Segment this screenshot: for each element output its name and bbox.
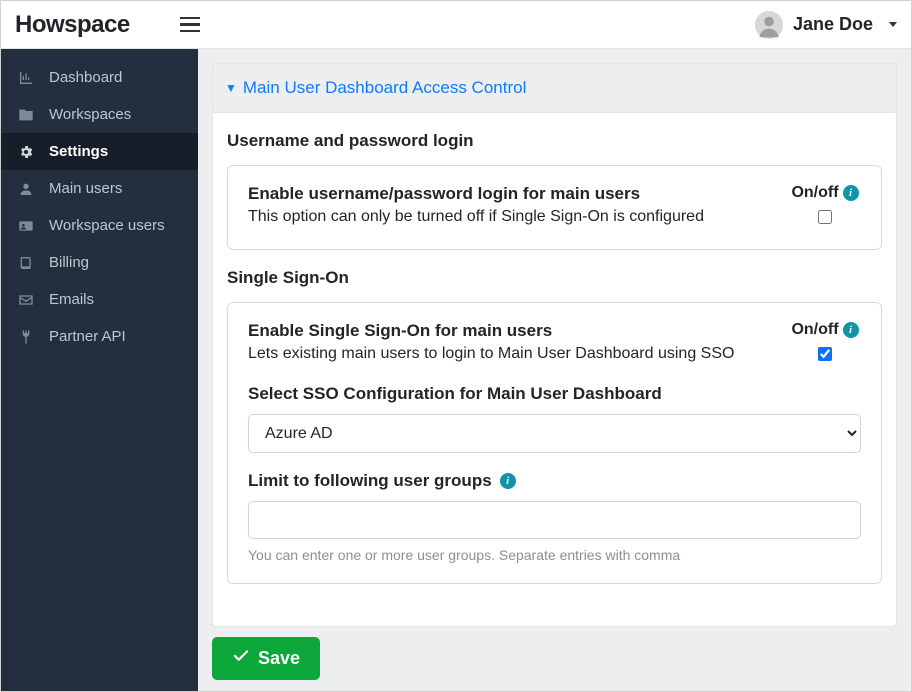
sidebar-item-label: Billing: [49, 254, 89, 271]
folder-icon: [17, 107, 35, 123]
sidebar-item-label: Workspace users: [49, 217, 165, 234]
option1-title: Enable username/password login for main …: [248, 184, 769, 204]
gear-icon: [17, 144, 35, 160]
sidebar-item-dashboard[interactable]: Dashboard: [1, 59, 198, 96]
save-button[interactable]: Save: [212, 637, 320, 680]
option1-desc: This option can only be turned off if Si…: [248, 208, 769, 226]
option2-title: Enable Single Sign-On for main users: [248, 321, 769, 341]
plug-icon: [17, 329, 35, 345]
sidebar: Dashboard Workspaces Settings Main users Wor…: [1, 49, 198, 691]
main-content: ▼ Main User Dashboard Access Control Use…: [198, 49, 911, 691]
panel-header[interactable]: ▼ Main User Dashboard Access Control: [212, 63, 897, 113]
section-username-title: Username and password login: [227, 131, 882, 151]
id-card-icon: [17, 218, 35, 234]
sidebar-item-main-users[interactable]: Main users: [1, 170, 198, 207]
sidebar-item-label: Emails: [49, 291, 94, 308]
book-icon: [17, 255, 35, 271]
caret-down-icon: ▼: [225, 81, 237, 95]
app-logo: Howspace: [15, 11, 130, 39]
onoff-label: On/off i: [791, 184, 858, 202]
sidebar-item-partner-api[interactable]: Partner API: [1, 318, 198, 355]
groups-input[interactable]: [248, 501, 861, 539]
info-icon[interactable]: i: [843, 322, 859, 338]
section-sso-title: Single Sign-On: [227, 268, 882, 288]
sidebar-item-emails[interactable]: Emails: [1, 281, 198, 318]
username-label: Jane Doe: [793, 14, 873, 35]
info-icon[interactable]: i: [500, 473, 516, 489]
card-sso: Enable Single Sign-On for main users Let…: [227, 302, 882, 584]
sidebar-item-billing[interactable]: Billing: [1, 244, 198, 281]
user-menu[interactable]: Jane Doe: [755, 11, 897, 39]
groups-label: Limit to following user groups i: [248, 471, 861, 491]
sidebar-item-label: Settings: [49, 143, 108, 160]
avatar-icon: [755, 11, 783, 39]
onoff-label: On/off i: [791, 321, 858, 339]
sidebar-item-label: Workspaces: [49, 106, 131, 123]
option2-desc: Lets existing main users to login to Mai…: [248, 345, 769, 363]
sidebar-item-workspace-users[interactable]: Workspace users: [1, 207, 198, 244]
header-left: Howspace: [15, 11, 200, 39]
sidebar-item-settings[interactable]: Settings: [1, 133, 198, 170]
sidebar-item-label: Partner API: [49, 328, 126, 345]
chart-icon: [17, 70, 35, 86]
sidebar-item-label: Dashboard: [49, 69, 122, 86]
envelope-icon: [17, 292, 35, 308]
sidebar-item-label: Main users: [49, 180, 122, 197]
user-icon: [17, 181, 35, 197]
info-icon[interactable]: i: [843, 185, 859, 201]
option2-checkbox[interactable]: [818, 347, 832, 361]
option1-checkbox[interactable]: [818, 210, 832, 224]
sso-select-label: Select SSO Configuration for Main User D…: [248, 384, 861, 404]
sso-select[interactable]: Azure AD: [248, 414, 861, 453]
sidebar-item-workspaces[interactable]: Workspaces: [1, 96, 198, 133]
panel-title: Main User Dashboard Access Control: [243, 78, 526, 98]
check-icon: [232, 647, 250, 670]
caret-down-icon: [889, 22, 897, 27]
app-header: Howspace Jane Doe: [1, 1, 911, 49]
hamburger-menu-icon[interactable]: [180, 17, 200, 33]
panel-body: Username and password login Enable usern…: [212, 113, 897, 627]
groups-help-text: You can enter one or more user groups. S…: [248, 547, 861, 563]
card-username-login: Enable username/password login for main …: [227, 165, 882, 250]
